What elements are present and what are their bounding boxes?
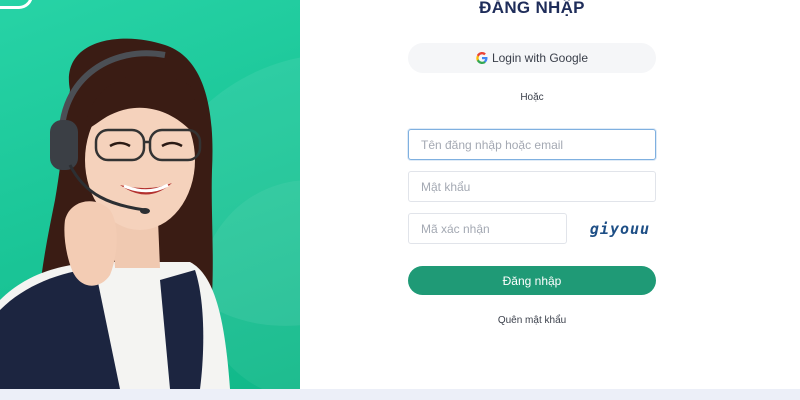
or-separator: Hoặc [520, 92, 544, 103]
forgot-password-link[interactable]: Quên mật khẩu [408, 315, 656, 331]
captcha-image[interactable]: giyouu [584, 216, 656, 242]
password-input[interactable] [408, 171, 656, 202]
google-login-button[interactable]: Login with Google [408, 43, 656, 73]
username-input[interactable] [408, 129, 656, 160]
google-icon [476, 52, 488, 64]
login-submit-button[interactable]: Đăng nhập [408, 266, 656, 295]
support-agent-photo [0, 38, 230, 389]
hero-panel [0, 0, 300, 389]
google-login-label: Login with Google [491, 51, 589, 65]
captcha-input[interactable] [408, 213, 567, 244]
footer-band [0, 389, 800, 400]
page-title: ĐĂNG NHẬP [479, 0, 585, 17]
